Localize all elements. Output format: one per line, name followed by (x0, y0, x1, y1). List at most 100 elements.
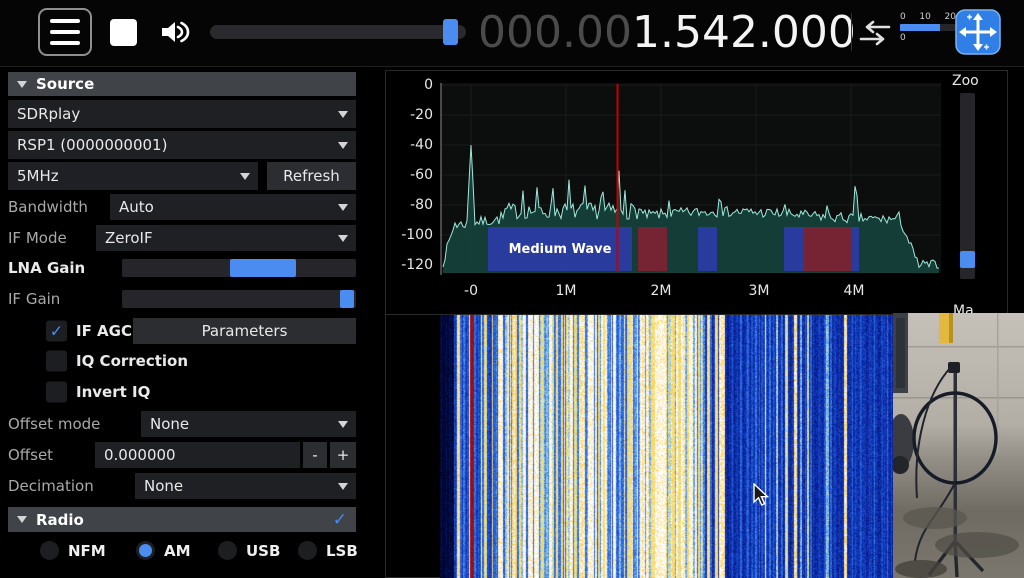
chevron-down-icon (338, 235, 348, 242)
lna-gain-slider[interactable] (122, 259, 356, 277)
hamburger-icon (50, 19, 80, 45)
snr-value: 0 (900, 33, 906, 43)
swap-button[interactable] (856, 17, 894, 49)
iq-correction-label: IQ Correction (76, 352, 189, 370)
stop-button[interactable] (100, 10, 146, 54)
offset-label: Offset (8, 446, 54, 464)
if-gain-row: IF Gain (8, 287, 356, 311)
toolbar-divider (851, 13, 852, 51)
if-mode-dropdown[interactable]: ZeroIF (96, 225, 356, 251)
radio-nfm[interactable] (40, 541, 59, 560)
lna-gain-label: LNA Gain (8, 259, 86, 277)
mode-label-usb: USB (246, 542, 281, 560)
offset-mode-row: Offset mode None (8, 411, 356, 437)
frequency-leading-zeros: 000.00 (478, 7, 632, 58)
chevron-down-icon (338, 142, 348, 149)
bandwidth-dropdown[interactable]: Auto (110, 194, 356, 220)
snr-bar (900, 24, 956, 31)
frequency-value: 1.542.000 (631, 7, 856, 58)
decimation-label: Decimation (8, 477, 94, 495)
swap-arrows-icon (859, 20, 891, 46)
fft-spectrum[interactable]: Medium Wave (437, 79, 943, 279)
volume-slider-handle[interactable] (443, 19, 458, 45)
menu-button[interactable] (38, 8, 92, 56)
decimation-row: Decimation None (8, 473, 356, 499)
if-agc-checkbox[interactable]: ✓ (46, 320, 67, 342)
samplerate-dropdown[interactable]: 5MHz (8, 162, 258, 190)
iq-correction-row: IQ Correction (8, 349, 356, 373)
samplerate-row: 5MHz Refresh (8, 162, 356, 190)
radio-selected-dot (139, 544, 152, 557)
parameters-label: Parameters (201, 322, 288, 340)
fft-y-tick: 0 (424, 77, 433, 93)
lna-gain-row: LNA Gain (8, 256, 356, 280)
offset-value: 0.000000 (104, 446, 176, 464)
fft-y-tick: -60 (410, 167, 433, 183)
chevron-down-icon (338, 111, 348, 118)
if-mode-value: ZeroIF (105, 229, 153, 247)
parameters-button[interactable]: Parameters (133, 318, 356, 344)
collapse-triangle-icon (17, 80, 27, 88)
fft-x-tick: 4M (843, 283, 865, 299)
device-value: RSP1 (0000000001) (17, 136, 168, 154)
bandwidth-value: Auto (119, 198, 154, 216)
radio-enabled-check-icon[interactable]: ✓ (333, 510, 347, 530)
invert-iq-row: Invert IQ (8, 380, 356, 404)
if-mode-label: IF Mode (8, 229, 67, 247)
iq-correction-checkbox[interactable] (46, 350, 67, 372)
section-header-source[interactable]: Source (8, 72, 356, 96)
mode-label-lsb: LSB (326, 542, 358, 560)
device-dropdown[interactable]: RSP1 (0000000001) (8, 131, 356, 159)
fft-y-tick: -20 (410, 107, 433, 123)
zoom-slider[interactable] (960, 93, 975, 279)
zoom-slider-handle[interactable] (960, 251, 975, 268)
offset-increment-button[interactable]: + (330, 442, 356, 468)
fft-x-tick: -0 (464, 283, 478, 299)
section-header-radio[interactable]: Radio ✓ (8, 507, 356, 532)
invert-iq-label: Invert IQ (76, 383, 151, 401)
waterfall-display[interactable] (440, 315, 940, 578)
antenna-photo (893, 313, 1024, 578)
decimation-dropdown[interactable]: None (135, 473, 356, 499)
check-icon: ✓ (49, 321, 64, 341)
if-gain-handle[interactable] (340, 290, 354, 308)
offset-decrement-button[interactable]: - (303, 442, 327, 468)
driver-row: SDRplay (8, 100, 356, 128)
if-gain-slider[interactable] (122, 290, 356, 308)
minus-icon: - (312, 446, 318, 464)
snr-bar-fill (900, 24, 941, 31)
radio-am[interactable] (136, 541, 155, 560)
lna-gain-handle[interactable] (230, 259, 296, 277)
offset-row: Offset 0.000000 - + (8, 442, 356, 468)
sidebar-menu: Source SDRplay RSP1 (0000000001) 5MHz Re… (0, 70, 368, 578)
fft-y-tick: -40 (410, 137, 433, 153)
pan-zoom-button[interactable] (954, 8, 1002, 56)
mode-label-nfm: NFM (68, 542, 106, 560)
bandwidth-label: Bandwidth (8, 198, 88, 216)
invert-iq-checkbox[interactable] (46, 381, 67, 403)
offset-mode-label: Offset mode (8, 415, 101, 433)
radio-lsb[interactable] (298, 541, 317, 560)
chevron-down-icon (338, 204, 348, 211)
offset-mode-dropdown[interactable]: None (141, 411, 356, 437)
offset-input[interactable]: 0.000000 (95, 442, 300, 468)
fft-x-tick: 2M (650, 283, 672, 299)
chevron-down-icon (240, 173, 250, 180)
fft-y-tick: -100 (401, 227, 433, 243)
decimation-value: None (144, 477, 184, 495)
radio-usb[interactable] (218, 541, 237, 560)
speaker-icon (162, 21, 190, 43)
plus-icon: + (336, 446, 350, 464)
fft-x-tick: 1M (555, 283, 577, 299)
volume-button[interactable] (150, 10, 198, 54)
snr-tick: 10 (919, 12, 931, 22)
samplerate-value: 5MHz (17, 167, 59, 185)
frequency-display[interactable]: 000.001.542.000 (478, 6, 856, 60)
volume-slider[interactable] (210, 19, 466, 45)
snr-meter: 0 10 20 0 (900, 12, 956, 44)
fft-y-tick: -80 (410, 197, 433, 213)
driver-dropdown[interactable]: SDRplay (8, 100, 356, 128)
refresh-button[interactable]: Refresh (267, 162, 356, 190)
if-mode-row: IF Mode ZeroIF (8, 225, 356, 251)
webcam-overlay (893, 313, 1024, 578)
